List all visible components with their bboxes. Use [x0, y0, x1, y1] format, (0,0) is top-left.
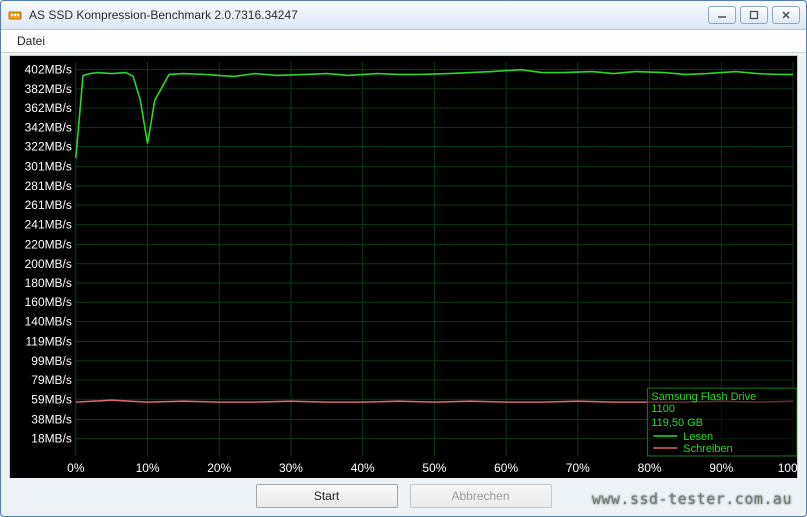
svg-text:119MB/s: 119MB/s: [26, 335, 72, 349]
menubar: Datei: [1, 30, 806, 53]
svg-text:342MB/s: 342MB/s: [25, 120, 72, 134]
svg-text:140MB/s: 140MB/s: [25, 314, 72, 328]
svg-text:322MB/s: 322MB/s: [25, 140, 72, 154]
svg-text:38MB/s: 38MB/s: [31, 412, 72, 426]
svg-text:241MB/s: 241MB/s: [25, 217, 72, 231]
svg-text:70%: 70%: [566, 461, 590, 475]
svg-text:Samsung Flash Drive: Samsung Flash Drive: [651, 391, 756, 403]
start-button[interactable]: Start: [256, 484, 398, 508]
svg-text:0%: 0%: [67, 461, 85, 475]
svg-text:20%: 20%: [207, 461, 231, 475]
minimize-button[interactable]: [708, 6, 736, 24]
svg-text:40%: 40%: [351, 461, 375, 475]
svg-text:362MB/s: 362MB/s: [25, 101, 72, 115]
svg-text:Lesen: Lesen: [683, 431, 713, 443]
svg-text:100%: 100%: [778, 461, 797, 475]
svg-text:180MB/s: 180MB/s: [25, 276, 72, 290]
close-button[interactable]: [772, 6, 800, 24]
compression-chart: 18MB/s 38MB/s 59MB/s 79MB/s 99MB/s 119MB/s 140…: [10, 56, 797, 478]
chart-panel: 18MB/s 38MB/s 59MB/s 79MB/s 99MB/s 119MB/s 140…: [9, 55, 798, 478]
svg-text:200MB/s: 200MB/s: [25, 257, 72, 271]
svg-text:79MB/s: 79MB/s: [31, 373, 72, 387]
svg-text:99MB/s: 99MB/s: [31, 354, 72, 368]
svg-text:90%: 90%: [709, 461, 733, 475]
svg-text:Schreiben: Schreiben: [683, 443, 732, 455]
window-title: AS SSD Kompression-Benchmark 2.0.7316.34…: [29, 8, 708, 22]
cancel-button: Abbrechen: [410, 484, 552, 508]
window-buttons: [708, 6, 800, 24]
svg-text:261MB/s: 261MB/s: [25, 198, 72, 212]
svg-text:402MB/s: 402MB/s: [25, 63, 72, 77]
svg-text:119,50 GB: 119,50 GB: [651, 417, 703, 429]
svg-text:1100: 1100: [651, 403, 675, 415]
app-window: AS SSD Kompression-Benchmark 2.0.7316.34…: [0, 0, 807, 517]
svg-text:220MB/s: 220MB/s: [25, 238, 72, 252]
svg-text:59MB/s: 59MB/s: [31, 392, 72, 406]
svg-text:160MB/s: 160MB/s: [25, 295, 72, 309]
svg-text:50%: 50%: [422, 461, 446, 475]
menu-file[interactable]: Datei: [9, 32, 53, 50]
svg-text:301MB/s: 301MB/s: [25, 160, 72, 174]
svg-text:10%: 10%: [136, 461, 160, 475]
app-icon: [7, 7, 23, 23]
svg-text:281MB/s: 281MB/s: [25, 179, 72, 193]
maximize-button[interactable]: [740, 6, 768, 24]
svg-text:30%: 30%: [279, 461, 303, 475]
svg-text:382MB/s: 382MB/s: [25, 82, 72, 96]
svg-text:18MB/s: 18MB/s: [31, 432, 72, 446]
svg-text:80%: 80%: [638, 461, 662, 475]
titlebar: AS SSD Kompression-Benchmark 2.0.7316.34…: [1, 1, 806, 30]
watermark: www.ssd-tester.com.au: [592, 490, 792, 508]
svg-text:60%: 60%: [494, 461, 518, 475]
